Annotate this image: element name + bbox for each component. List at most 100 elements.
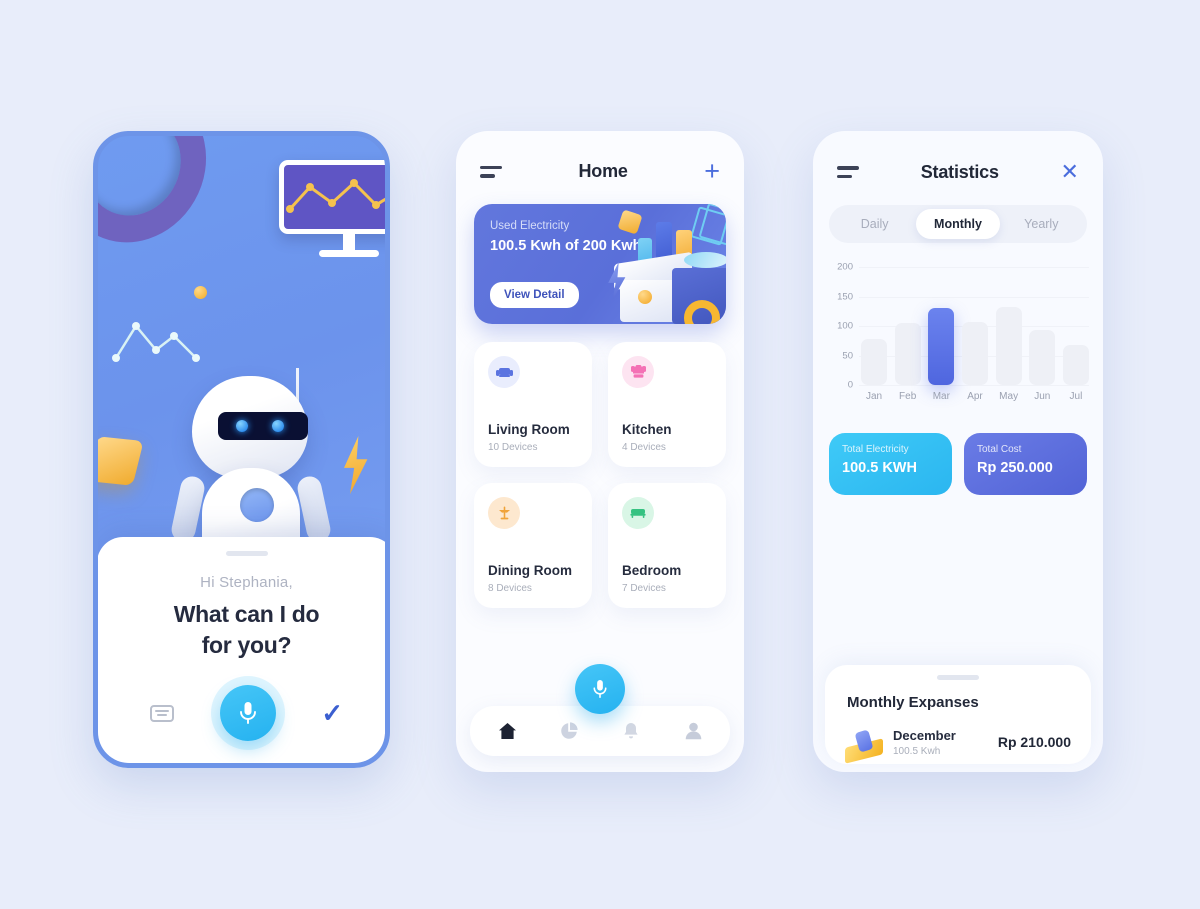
chart-y-axis: 200 150 100 50 0 [827,262,857,391]
wireframe-cube-icon [690,206,726,246]
summary-card-value: 100.5 KWH [842,460,917,476]
lamp-icon [488,497,520,529]
chart-bar-jan[interactable] [861,338,887,385]
hamburger-menu-icon[interactable] [837,166,859,178]
expenses-title: Monthly Expanses [847,694,979,711]
tab-yearly[interactable]: Yearly [1000,209,1083,239]
user-icon [685,722,701,740]
orange-ball-icon [638,290,652,304]
pie-chart-icon [561,722,578,739]
robot-eye-left [236,420,248,432]
bell-icon [624,722,638,738]
chart-bar-mar[interactable] [928,308,955,385]
summary-card-value: Rp 250.000 [977,460,1053,476]
chart-bar-column[interactable] [961,267,988,385]
chart-x-axis: Jan Feb Mar Apr May Jun Jul [861,391,1089,402]
robot-eye-right [272,420,284,432]
yellow-cube-icon [98,436,144,486]
lightning-bolt-icon [344,436,368,494]
nav-item-profile[interactable] [682,720,704,742]
used-electricity-card[interactable]: Used Electricity 100.5 Kwh of 200 Kwh Vi… [474,204,726,324]
room-device-count: 8 Devices [488,583,532,594]
sheet-drag-handle[interactable] [225,551,268,556]
chart-x-tick: Mar [932,391,950,402]
greeting-text: Hi Stephania, [200,574,293,591]
chart-bar-jul[interactable] [1062,345,1089,385]
room-card-kitchen[interactable]: Kitchen 4 Devices [608,342,726,467]
chart-y-tick: 100 [837,320,853,332]
room-name: Dining Room [488,563,572,578]
chart-bar-column[interactable] [928,267,955,385]
chart-bar-column[interactable] [861,267,887,385]
room-card-dining-room[interactable]: Dining Room 8 Devices [474,483,592,608]
expense-month: December [893,727,956,743]
monitor-icon [279,160,385,234]
microphone-icon [593,680,607,698]
art-disc-icon [684,252,726,268]
total-cost-card[interactable]: Total Cost Rp 250.000 [964,433,1087,495]
lamp-glyph [498,506,510,520]
microphone-button[interactable] [219,685,276,741]
view-detail-button[interactable]: View Detail [490,282,579,308]
statistics-topbar: Statistics ✕ [813,131,1103,183]
room-name: Living Room [488,422,570,437]
chart-bar-column[interactable] [995,267,1022,385]
monthly-expenses-panel: Monthly Expanses December 100.5 Kwh Rp 2… [825,665,1091,764]
microphone-fab-button[interactable] [575,664,625,714]
room-card-living-room[interactable]: Living Room 10 Devices [474,342,592,467]
chart-x-tick: Apr [967,391,983,402]
sheet-drag-handle[interactable] [937,675,979,680]
hamburger-menu-icon[interactable] [480,165,502,178]
chart-y-tick: 0 [847,379,853,391]
total-electricity-card[interactable]: Total Electricity 100.5 KWH [829,433,952,495]
assistant-prompt-line2: for you? [201,631,292,658]
room-name: Bedroom [622,563,682,578]
summary-card-row: Total Electricity 100.5 KWH Total Cost R… [813,417,1103,495]
polyline-chart-icon [112,322,200,362]
chart-bar-column[interactable] [1062,267,1089,385]
chef-hat-icon [622,356,654,388]
robot-arm-right [295,474,333,544]
chart-bar-jun[interactable] [1029,329,1056,385]
chart-bar-column[interactable] [1029,267,1056,385]
sofa-glyph [495,367,513,377]
page-title: Statistics [920,161,999,182]
assistant-prompt-line1: What can I do [173,601,320,627]
room-device-count: 10 Devices [488,442,538,453]
phone-assistant-screen: Hi Stephania, What can I do for you? ✓ [93,131,390,768]
bed-icon [622,497,654,529]
nav-item-notifications[interactable] [620,720,642,742]
robot-visor [218,412,308,440]
expense-kwh: 100.5 Kwh [893,745,941,757]
chart-bar-column[interactable] [894,267,921,385]
usage-card-illustration [572,204,726,324]
home-icon [498,723,516,739]
keyboard-icon[interactable] [149,704,174,722]
expense-row-november[interactable]: November 120.5 Kwh Rp 250.000 [825,759,1091,772]
pin-marker-yellow-icon [845,725,883,764]
sofa-icon [488,356,520,388]
period-tab-group: Daily Monthly Yearly [829,205,1087,243]
home-topbar: Home + [456,131,744,185]
tab-daily[interactable]: Daily [833,209,916,239]
room-card-bedroom[interactable]: Bedroom 7 Devices [608,483,726,608]
usage-bar-chart: 200 150 100 50 0 Jan Feb Mar Apr May Jun Jul [827,262,1089,417]
chart-y-tick: 200 [837,261,853,273]
expense-row-december[interactable]: December 100.5 Kwh Rp 210.000 [825,711,1091,764]
robot-core-icon [240,488,274,522]
rooms-grid: Living Room 10 Devices Kitchen 4 Devices [456,324,744,608]
chart-bar-apr[interactable] [961,321,988,385]
chart-gridline [859,385,1089,386]
usage-card-label: Used Electricity [490,220,570,232]
chart-bar-feb[interactable] [894,323,921,385]
page-title: Home [578,161,628,181]
plus-icon[interactable]: + [704,158,720,185]
chart-x-tick: Jan [865,391,883,402]
phone-home-screen: Home + Used Electricity 100.5 Kwh of 200… [456,131,744,772]
tab-monthly[interactable]: Monthly [916,209,1000,239]
check-icon[interactable]: ✓ [321,700,343,726]
nav-item-home[interactable] [496,720,518,742]
nav-item-statistics[interactable] [558,720,580,742]
close-icon[interactable]: ✕ [1061,161,1079,183]
chart-bar-may[interactable] [995,307,1022,385]
